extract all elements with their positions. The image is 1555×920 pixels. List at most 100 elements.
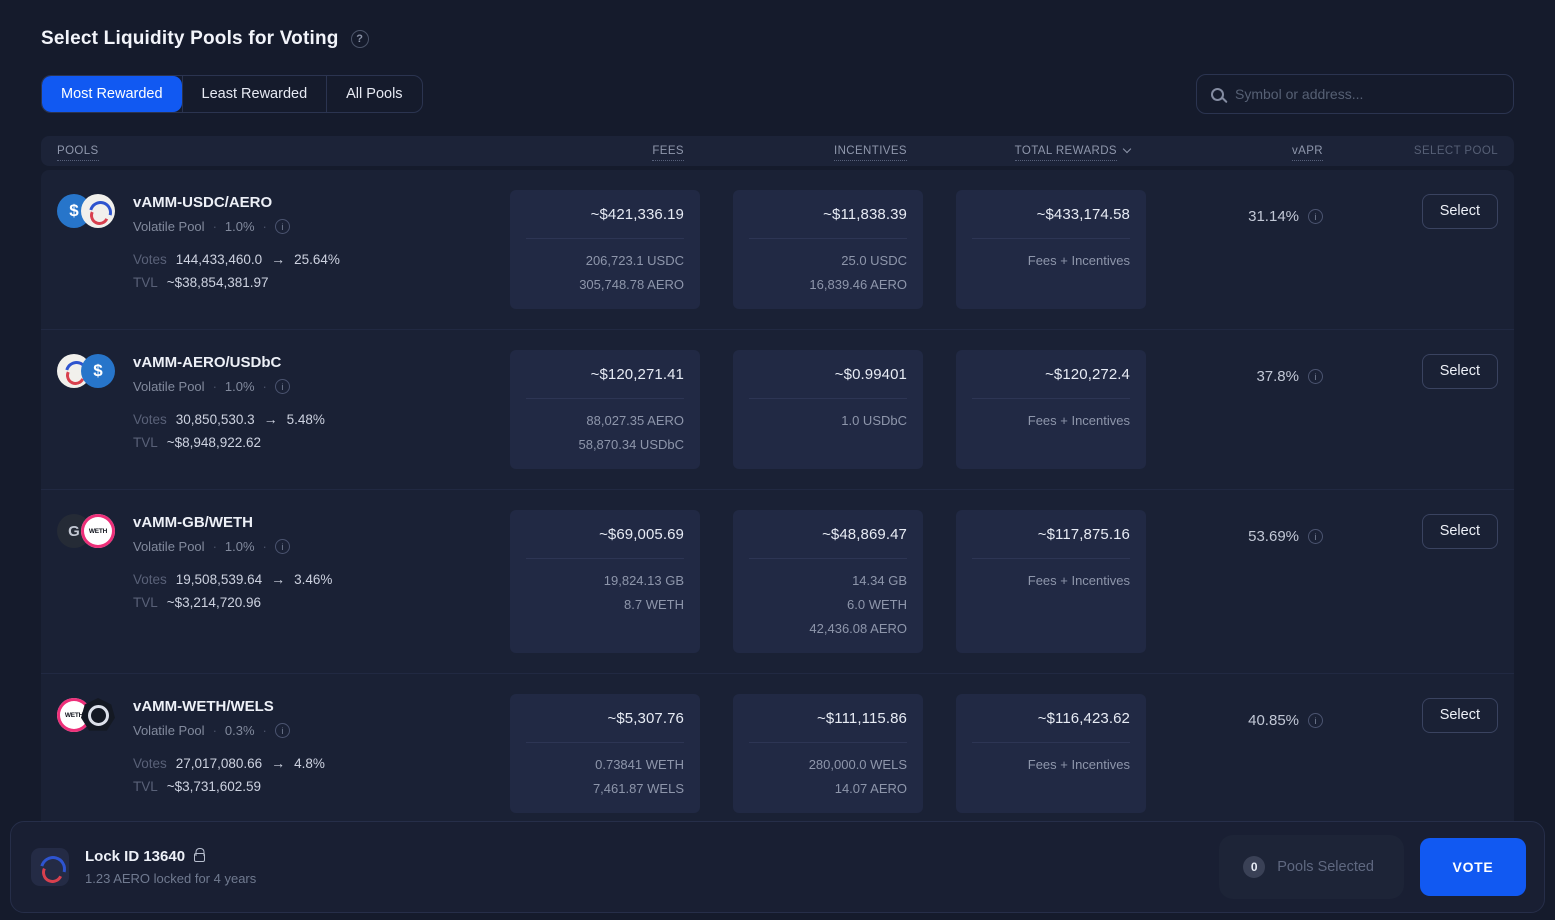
col-header-total-rewards[interactable]: TOTAL REWARDS [956, 145, 1146, 157]
dot-separator: · [263, 379, 267, 394]
incentives-breakdown: 25.0 USDC16,839.46 AERO [749, 249, 907, 297]
fees-breakdown: 88,027.35 AERO58,870.34 USDbC [526, 409, 684, 457]
incentives-breakdown: 1.0 USDbC [749, 409, 907, 433]
incentives-total: ~$48,869.47 [749, 526, 907, 543]
total-rewards-note-wrap: Fees + Incentives [972, 409, 1130, 433]
select-cell: Select [1372, 190, 1498, 309]
tab-all-pools[interactable]: All Pools [326, 76, 421, 112]
token-amount: 25.0 USDC [749, 249, 907, 273]
votes-value: 144,433,460.0 [176, 252, 262, 267]
vapr-info-icon[interactable]: i [1308, 209, 1323, 224]
col-header-fees[interactable]: FEES [510, 145, 700, 157]
col-header-pools[interactable]: POOLS [57, 145, 477, 157]
select-pool-button[interactable]: Select [1422, 698, 1498, 733]
vapr-cell: 37.8% i [1179, 350, 1339, 469]
lock-id-title: Lock ID 13640 [85, 848, 185, 865]
pool-info: vAMM-USDC/AERO Volatile Pool · 1.0% · i … [133, 192, 340, 309]
lock-summary: Lock ID 13640 1.23 AERO locked for 4 yea… [31, 848, 256, 886]
token-amount: 8.7 WETH [526, 593, 684, 617]
fees-total: ~$120,271.41 [526, 366, 684, 383]
tab-most-rewarded[interactable]: Most Rewarded [42, 76, 182, 112]
tab-least-rewarded[interactable]: Least Rewarded [182, 76, 327, 112]
vapr-info-icon[interactable]: i [1308, 713, 1323, 728]
token-pair-icons: $ [57, 352, 115, 469]
page-header: Select Liquidity Pools for Voting ? [41, 28, 1514, 50]
total-rewards-value: ~$433,174.58 [972, 206, 1130, 223]
pool-info-icon[interactable]: i [275, 723, 290, 738]
lock-icon [194, 853, 205, 862]
search-input[interactable] [1235, 86, 1499, 102]
tvl-value: ~$3,731,602.59 [167, 779, 261, 794]
arrow-right-icon: → [271, 755, 285, 771]
votes-label: Votes [133, 252, 167, 267]
dot-separator: · [263, 539, 267, 554]
search-box[interactable] [1196, 74, 1514, 114]
token-amount: 42,436.08 AERO [749, 617, 907, 641]
total-rewards-note: Fees + Incentives [972, 753, 1130, 777]
token-amount: 1.0 USDbC [749, 409, 907, 433]
votes-line: Votes 30,850,530.3 → 5.48% [133, 411, 325, 427]
pool-name: vAMM-AERO/USDbC [133, 354, 325, 371]
incentives-total: ~$111,115.86 [749, 710, 907, 727]
token-amount: 7,461.87 WELS [526, 777, 684, 801]
col-header-vapr[interactable]: vAPR [1179, 145, 1339, 157]
lock-subtitle: 1.23 AERO locked for 4 years [85, 871, 256, 886]
card-divider [526, 558, 684, 559]
pool-name: vAMM-WETH/WELS [133, 698, 325, 715]
col-header-incentives[interactable]: INCENTIVES [733, 145, 923, 157]
total-rewards-note: Fees + Incentives [972, 569, 1130, 593]
pool-type-label: Volatile Pool [133, 219, 205, 234]
card-divider [972, 238, 1130, 239]
vapr-cell: 40.85% i [1179, 694, 1339, 813]
fees-total: ~$5,307.76 [526, 710, 684, 727]
vapr-info-icon[interactable]: i [1308, 529, 1323, 544]
card-divider [526, 238, 684, 239]
card-divider [749, 238, 907, 239]
vote-button[interactable]: VOTE [1420, 838, 1526, 896]
votes-value: 19,508,539.64 [176, 572, 262, 587]
tvl-label: TVL [133, 779, 158, 794]
total-rewards-note-wrap: Fees + Incentives [972, 249, 1130, 273]
pool-subtitle: Volatile Pool · 1.0% · i [133, 219, 340, 234]
dot-separator: · [213, 723, 217, 738]
fees-cell: ~$5,307.76 0.73841 WETH7,461.87 WELS [510, 694, 700, 813]
card-divider [972, 398, 1130, 399]
votes-line: Votes 19,508,539.64 → 3.46% [133, 571, 332, 587]
help-icon[interactable]: ? [351, 30, 369, 48]
incentives-breakdown: 14.34 GB6.0 WETH42,436.08 AERO [749, 569, 907, 641]
weth-token-icon: WETH [81, 514, 115, 548]
total-rewards-cell: ~$116,423.62 Fees + Incentives [956, 694, 1146, 813]
incentives-cell: ~$11,838.39 25.0 USDC16,839.46 AERO [733, 190, 923, 309]
vapr-value: 31.14% [1248, 208, 1299, 225]
select-pool-button[interactable]: Select [1422, 354, 1498, 389]
vapr-info-icon[interactable]: i [1308, 369, 1323, 384]
token-amount: 19,824.13 GB [526, 569, 684, 593]
total-rewards-cell: ~$117,875.16 Fees + Incentives [956, 510, 1146, 653]
fees-cell: ~$69,005.69 19,824.13 GB8.7 WETH [510, 510, 700, 653]
dot-separator: · [213, 219, 217, 234]
incentives-cell: ~$111,115.86 280,000.0 WELS14.07 AERO [733, 694, 923, 813]
select-pool-button[interactable]: Select [1422, 514, 1498, 549]
card-divider [749, 742, 907, 743]
pool-row: $ vAMM-AERO/USDbC Volatile Pool · 1.0% ·… [41, 329, 1514, 489]
pool-cell: $ vAMM-AERO/USDbC Volatile Pool · 1.0% ·… [57, 350, 477, 469]
total-rewards-note-wrap: Fees + Incentives [972, 569, 1130, 593]
token-pair-icons: GWETH [57, 512, 115, 653]
token-amount: 6.0 WETH [749, 593, 907, 617]
incentives-cell: ~$0.99401 1.0 USDbC [733, 350, 923, 469]
pool-fee-pct: 1.0% [225, 219, 255, 234]
select-pool-button[interactable]: Select [1422, 194, 1498, 229]
pool-info-icon[interactable]: i [275, 539, 290, 554]
tvl-value: ~$8,948,922.62 [167, 435, 261, 450]
pool-subtitle: Volatile Pool · 0.3% · i [133, 723, 325, 738]
total-rewards-value: ~$117,875.16 [972, 526, 1130, 543]
pool-info-icon[interactable]: i [275, 379, 290, 394]
vapr-cell: 31.14% i [1179, 190, 1339, 309]
card-divider [749, 398, 907, 399]
token-amount: 206,723.1 USDC [526, 249, 684, 273]
pool-info-icon[interactable]: i [275, 219, 290, 234]
token-pair-icons: WETH [57, 696, 115, 813]
total-rewards-value: ~$116,423.62 [972, 710, 1130, 727]
incentives-breakdown: 280,000.0 WELS14.07 AERO [749, 753, 907, 801]
dot-separator: · [213, 539, 217, 554]
